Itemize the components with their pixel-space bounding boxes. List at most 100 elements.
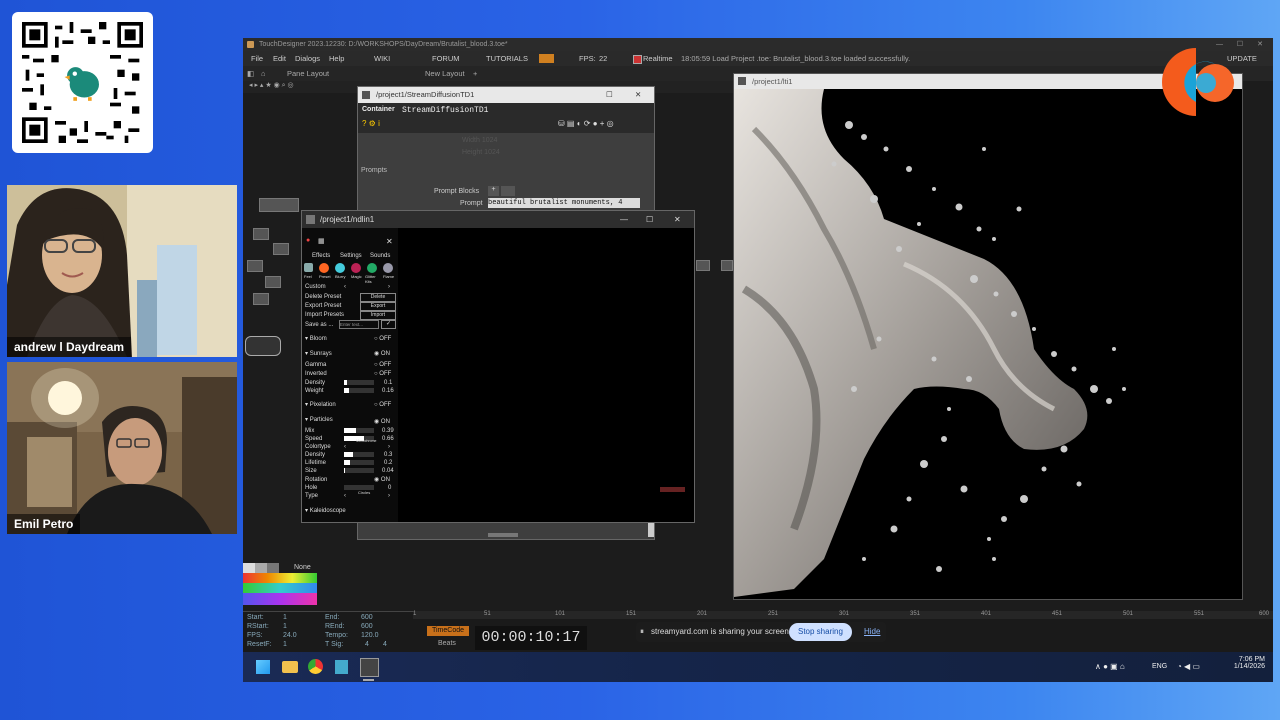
tool-icon[interactable]: ◧ xyxy=(247,66,254,81)
colortype-prev-icon[interactable]: ‹ xyxy=(344,443,346,451)
pixelation-toggle[interactable]: ○ OFF xyxy=(374,401,391,409)
swatch-white[interactable] xyxy=(243,563,255,573)
network-node[interactable] xyxy=(696,260,710,271)
menu-wiki[interactable]: WIKI xyxy=(374,51,390,66)
network-node[interactable] xyxy=(259,198,299,212)
network-node[interactable] xyxy=(247,260,263,272)
size-slider[interactable] xyxy=(344,468,374,473)
network-node[interactable] xyxy=(721,260,733,271)
home-icon[interactable]: ⌂ xyxy=(261,66,266,81)
inverted-toggle[interactable]: ○ OFF xyxy=(374,370,391,378)
close-icon[interactable]: ✕ xyxy=(635,87,641,103)
minimize-icon[interactable]: — xyxy=(620,211,628,228)
menu-help[interactable]: Help xyxy=(329,51,344,66)
preset-preset-icon[interactable] xyxy=(319,263,329,273)
sunrays-toggle[interactable]: ◉ ON xyxy=(374,350,390,358)
menu-forum[interactable]: FORUM xyxy=(432,51,460,66)
clock[interactable]: 7:06 PM 1/14/2026 xyxy=(1234,656,1265,670)
save-confirm-icon[interactable]: ✓ xyxy=(381,320,396,329)
lifetime-slider[interactable] xyxy=(344,460,374,465)
add-block-button[interactable]: + xyxy=(488,186,499,196)
scrollbar[interactable] xyxy=(648,523,654,537)
menu-tutorials[interactable]: TUTORIALS xyxy=(486,51,528,66)
weight-slider[interactable] xyxy=(344,388,374,393)
notepad-icon[interactable] xyxy=(335,660,348,674)
menu-edit[interactable]: Edit xyxy=(273,51,286,66)
preset-blurry-icon[interactable] xyxy=(335,263,345,273)
swatch-row-cool[interactable] xyxy=(243,583,317,593)
close-icon[interactable]: ✕ xyxy=(674,211,681,228)
pane-layout-label[interactable]: Pane Layout xyxy=(287,66,329,81)
close-panel-icon[interactable]: ✕ xyxy=(386,237,393,246)
component-tool-icons[interactable]: ⛁ ▤ ◐ ⟳ ● + ◎ xyxy=(558,119,614,128)
network-tool-icons[interactable]: ◂ ▸ ▴ ★ ◉ ⌕ ◎ xyxy=(249,81,294,90)
prev-preset-icon[interactable]: ‹ xyxy=(344,283,346,291)
chrome-icon[interactable] xyxy=(308,659,323,674)
rstart-value[interactable]: 1 xyxy=(283,623,287,630)
help-icon[interactable]: ? ⚙ i xyxy=(362,119,380,128)
type-next-icon[interactable]: › xyxy=(388,492,390,500)
import-button[interactable]: Import xyxy=(360,311,396,320)
drag-handle-icon[interactable]: ⏸ xyxy=(640,627,644,637)
start-value[interactable]: 1 xyxy=(283,614,287,621)
delete-button[interactable]: Delete xyxy=(360,293,396,302)
start-menu-icon[interactable] xyxy=(256,660,270,674)
stop-sharing-button[interactable]: Stop sharing xyxy=(789,623,852,641)
new-layout-label[interactable]: New Layout xyxy=(425,66,465,81)
swatch-dark-grey[interactable] xyxy=(267,563,279,573)
rotation-toggle[interactable]: ◉ ON xyxy=(374,476,390,484)
swatch-row-purple[interactable] xyxy=(243,593,317,605)
preset-magic-icon[interactable] xyxy=(351,263,361,273)
tab-settings[interactable]: Settings xyxy=(340,252,362,260)
fps-value[interactable]: 24.0 xyxy=(283,632,297,639)
density-slider[interactable] xyxy=(344,380,374,385)
network-volume-battery-icons[interactable]: ◔ ◀ ▭ xyxy=(1177,662,1200,671)
save-as-input[interactable]: Enter text... xyxy=(339,320,379,329)
resetf-value[interactable]: 1 xyxy=(283,641,287,648)
touchdesigner-taskbar-icon[interactable] xyxy=(360,658,379,677)
file-explorer-icon[interactable] xyxy=(282,661,298,673)
remove-block-button[interactable] xyxy=(501,186,515,196)
menu-dialogs[interactable]: Dialogs xyxy=(295,51,320,66)
language-indicator[interactable]: ENG xyxy=(1152,663,1167,670)
maximize-icon[interactable]: ☐ xyxy=(606,87,613,103)
timecode-display[interactable]: 00:00:10:17 xyxy=(475,626,587,650)
network-node[interactable] xyxy=(245,336,281,356)
network-node[interactable] xyxy=(253,293,269,305)
network-node[interactable] xyxy=(265,276,281,288)
realtime-checkbox[interactable] xyxy=(633,55,642,64)
tempo-value[interactable]: 120.0 xyxy=(361,632,379,639)
beats-toggle[interactable]: Beats xyxy=(438,640,456,647)
type-prev-icon[interactable]: ‹ xyxy=(344,492,346,500)
add-layout-icon[interactable]: + xyxy=(473,66,477,81)
network-node[interactable] xyxy=(253,228,269,240)
timeline-ruler[interactable]: 1 51 101 151 201 251 301 351 401 451 501… xyxy=(413,611,1273,619)
swatch-grey[interactable] xyxy=(255,563,267,573)
tray-icons[interactable]: ∧ ● ▣ ⌂ xyxy=(1095,662,1125,671)
gamma-toggle[interactable]: ○ OFF xyxy=(374,361,391,369)
colortype-next-icon[interactable]: › xyxy=(388,443,390,451)
export-button[interactable]: Export xyxy=(360,302,396,311)
rend-value[interactable]: 600 xyxy=(361,623,373,630)
scroll-handle[interactable] xyxy=(488,533,518,537)
preset-feel-icon[interactable] xyxy=(304,263,313,272)
next-preset-icon[interactable]: › xyxy=(388,283,390,291)
tab-sounds[interactable]: Sounds xyxy=(370,252,390,260)
prompt-input[interactable]: beautiful brutalist monuments, 4 xyxy=(488,198,640,208)
tsig-a[interactable]: 4 xyxy=(365,641,369,648)
timecode-toggle[interactable]: TimeCode xyxy=(427,626,469,636)
end-value[interactable]: 600 xyxy=(361,614,373,621)
preset-glitter-icon[interactable] xyxy=(367,263,377,273)
particles-toggle[interactable]: ◉ ON xyxy=(374,418,390,426)
grid-icon[interactable]: ▦ xyxy=(318,237,325,245)
maximize-icon[interactable]: ☐ xyxy=(646,211,653,228)
close-icon[interactable]: ✕ xyxy=(1257,38,1263,51)
menu-file[interactable]: File xyxy=(251,51,263,66)
tsig-b[interactable]: 4 xyxy=(383,641,387,648)
swatch-row-warm[interactable] xyxy=(243,573,317,583)
hide-button[interactable]: Hide xyxy=(864,627,880,636)
preset-flame-icon[interactable] xyxy=(383,263,393,273)
tab-effects[interactable]: Effects xyxy=(312,252,330,260)
bloom-toggle[interactable]: ○ OFF xyxy=(374,335,391,343)
network-node[interactable] xyxy=(273,243,289,255)
